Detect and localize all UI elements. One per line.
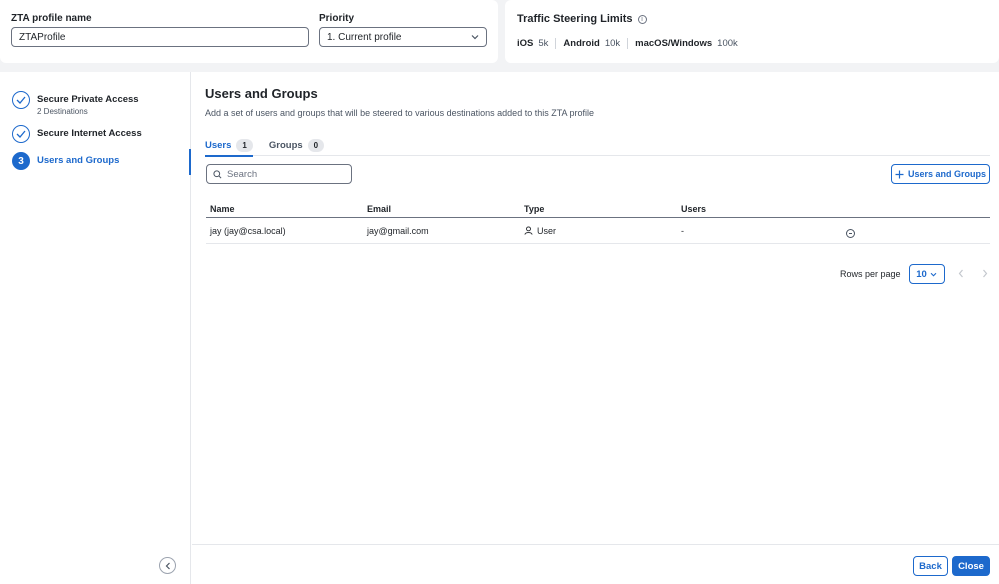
active-step-indicator <box>189 149 191 175</box>
step-secure-private-access[interactable]: Secure Private Access 2 Destinations <box>12 91 139 116</box>
chevron-left-icon <box>165 562 170 569</box>
back-button[interactable]: Back <box>913 556 948 576</box>
limit-value: 10k <box>604 38 621 49</box>
column-header-type[interactable]: Type <box>520 204 677 214</box>
close-button[interactable]: Close <box>952 556 990 576</box>
priority-select[interactable]: 1. Current profile <box>319 27 487 47</box>
rows-per-page-select[interactable]: 10 <box>908 264 945 284</box>
tab-bar: Users 1 Groups 0 <box>205 135 990 157</box>
collapse-sidebar-button[interactable] <box>159 557 176 574</box>
priority-value: 1. Current profile <box>327 31 402 43</box>
add-users-and-groups-button[interactable]: Users and Groups <box>891 164 990 184</box>
profile-name-input[interactable] <box>11 27 309 47</box>
limit-value: 5k <box>538 38 549 49</box>
wizard-steps-sidebar: Secure Private Access 2 Destinations Sec… <box>0 72 191 584</box>
remove-icon[interactable] <box>846 229 855 238</box>
limit-ios: iOS 5k <box>517 38 557 49</box>
info-icon[interactable]: i <box>637 14 647 24</box>
page-description: Add a set of users and groups that will … <box>205 108 595 118</box>
step-secure-internet-access[interactable]: Secure Internet Access <box>12 125 142 143</box>
search-icon <box>213 169 222 178</box>
content-area: Users and Groups Add a set of users and … <box>192 72 999 584</box>
next-page-button[interactable] <box>977 267 993 281</box>
tab-label: Groups <box>268 140 303 151</box>
traffic-limits-title-text: Traffic Steering Limits <box>517 13 633 25</box>
profile-name-label: ZTA profile name <box>11 13 92 24</box>
users-table: Name Email Type Users jay (jay@csa.local… <box>206 201 990 244</box>
chevron-down-icon <box>471 35 479 40</box>
main-panel: Secure Private Access 2 Destinations Sec… <box>0 72 999 584</box>
tab-users[interactable]: Users 1 <box>205 135 253 157</box>
traffic-limits-title: Traffic Steering Limits i <box>517 13 647 25</box>
tab-groups[interactable]: Groups 0 <box>268 135 325 156</box>
type-label: User <box>537 225 557 236</box>
count-badge: 0 <box>307 139 325 152</box>
limit-macos-windows: macOS/Windows 100k <box>635 38 745 49</box>
search-box[interactable] <box>206 164 352 184</box>
step-number: 3 <box>12 152 30 170</box>
limit-value: 100k <box>717 38 738 49</box>
cell-type: User <box>520 226 677 236</box>
step-title: Secure Internet Access <box>37 128 142 139</box>
count-badge: 1 <box>236 139 253 152</box>
check-icon <box>12 125 30 143</box>
traffic-limits-card: Traffic Steering Limits i iOS 5k Android… <box>505 0 999 63</box>
traffic-limits-list: iOS 5k Android 10k macOS/Windows 100k <box>517 38 752 49</box>
column-header-email[interactable]: Email <box>363 204 520 214</box>
profile-settings-card: ZTA profile name Priority 1. Current pro… <box>0 0 498 63</box>
previous-page-button[interactable] <box>953 267 969 281</box>
column-header-name[interactable]: Name <box>206 204 363 214</box>
priority-label: Priority <box>319 13 355 24</box>
step-users-and-groups[interactable]: 3 Users and Groups <box>12 152 119 170</box>
column-header-users[interactable]: Users <box>677 204 842 214</box>
chevron-right-icon <box>982 269 987 278</box>
rows-per-page-label: Rows per page <box>840 269 901 279</box>
chevron-left-icon <box>958 269 963 278</box>
rows-per-page-value: 10 <box>916 268 927 280</box>
cell-users: - <box>681 225 684 236</box>
footer-bar: Back Close <box>192 544 999 584</box>
add-button-label: Users and Groups <box>907 169 987 179</box>
chevron-down-icon <box>930 272 937 277</box>
cell-email: jay@gmail.com <box>367 225 429 236</box>
limit-platform: Android <box>563 38 600 49</box>
user-icon <box>524 226 533 235</box>
table-row: jay (jay@csa.local) jay@gmail.com User - <box>206 218 990 244</box>
page-title: Users and Groups <box>205 86 318 101</box>
step-title: Users and Groups <box>37 155 120 166</box>
check-icon <box>12 91 30 109</box>
table-header: Name Email Type Users <box>206 201 990 218</box>
cell-actions <box>842 223 990 238</box>
limit-android: Android 10k <box>563 38 629 49</box>
limit-platform: macOS/Windows <box>635 38 713 49</box>
step-subtitle: 2 Destinations <box>37 107 88 116</box>
plus-icon <box>895 170 904 178</box>
pagination: Rows per page 10 <box>840 264 993 284</box>
limit-platform: iOS <box>517 38 534 49</box>
cell-name: jay (jay@csa.local) <box>210 225 286 236</box>
step-title: Secure Private Access <box>37 94 139 105</box>
tab-label: Users <box>205 140 232 151</box>
search-input[interactable] <box>227 168 337 180</box>
